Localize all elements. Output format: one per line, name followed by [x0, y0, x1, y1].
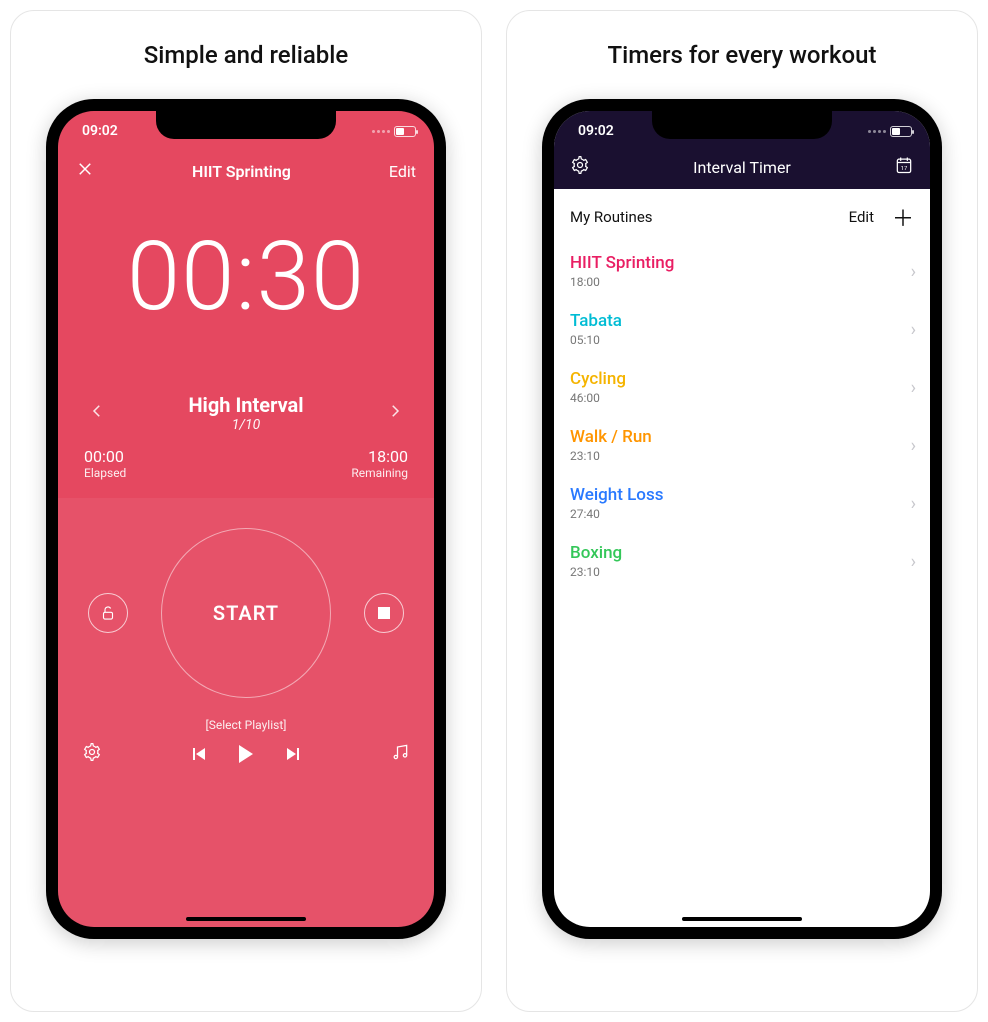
- signal-icon: [868, 130, 886, 133]
- edit-button[interactable]: Edit: [389, 162, 416, 181]
- start-label: START: [213, 601, 279, 625]
- music-icon[interactable]: [390, 742, 410, 766]
- interval-count: 1/10: [188, 417, 303, 433]
- routine-item[interactable]: Walk / Run 23:10›: [554, 417, 930, 475]
- next-interval-button[interactable]: [382, 395, 408, 431]
- routine-item[interactable]: Boxing 23:10›: [554, 533, 930, 591]
- settings-icon[interactable]: [570, 155, 590, 179]
- routines-list: HIIT Sprinting18:00›Tabata05:10›Cycling4…: [554, 243, 930, 927]
- nav-title: HIIT Sprinting: [192, 162, 291, 181]
- phone-right: 09:02 Interval Timer 17: [542, 99, 942, 939]
- lock-button[interactable]: [88, 593, 128, 633]
- start-button[interactable]: START: [161, 528, 331, 698]
- countdown-time: 00:30: [58, 221, 434, 333]
- panel-right: Timers for every workout 09:02: [506, 10, 978, 1012]
- panel-left: Simple and reliable 09:02 HIIT Sprinting…: [10, 10, 482, 1012]
- list-screen: 09:02 Interval Timer 17: [554, 111, 930, 927]
- routine-name: Cycling: [570, 369, 914, 389]
- notch: [652, 111, 832, 139]
- caption-left: Simple and reliable: [144, 41, 349, 69]
- notch: [156, 111, 336, 139]
- phone-left: 09:02 HIIT Sprinting Edit 00:30: [46, 99, 446, 939]
- caption-right: Timers for every workout: [608, 41, 877, 69]
- chevron-right-icon: ›: [911, 320, 916, 341]
- play-icon: [239, 745, 253, 763]
- routine-duration: 05:10: [570, 333, 914, 347]
- chevron-right-icon: ›: [911, 436, 916, 457]
- timer-screen: 09:02 HIIT Sprinting Edit 00:30: [58, 111, 434, 927]
- stop-icon: [378, 607, 390, 619]
- routine-name: HIIT Sprinting: [570, 253, 914, 273]
- status-right: [372, 126, 416, 137]
- routine-name: Weight Loss: [570, 485, 914, 505]
- prev-track-button[interactable]: [193, 748, 205, 760]
- routine-duration: 23:10: [570, 565, 914, 579]
- home-indicator: [186, 917, 306, 921]
- routine-duration: 18:00: [570, 275, 914, 289]
- routine-name: Boxing: [570, 543, 914, 563]
- list-header: My Routines Edit ＋: [554, 189, 930, 243]
- routine-item[interactable]: HIIT Sprinting 18:00›: [554, 243, 930, 301]
- stop-button[interactable]: [364, 593, 404, 633]
- chevron-right-icon: ›: [911, 378, 916, 399]
- home-indicator: [682, 917, 802, 921]
- nav-title: Interval Timer: [693, 158, 791, 177]
- play-button[interactable]: [239, 745, 253, 763]
- status-time: 09:02: [82, 123, 118, 139]
- routine-item[interactable]: Weight Loss 27:40›: [554, 475, 930, 533]
- times-row: 00:00 Elapsed 18:00 Remaining: [58, 433, 434, 498]
- routine-name: Tabata: [570, 311, 914, 331]
- chevron-right-icon: ›: [911, 494, 916, 515]
- routine-item[interactable]: Cycling 46:00›: [554, 359, 930, 417]
- lower-panel: START [Select Playlist]: [58, 498, 434, 927]
- section-title: My Routines: [570, 208, 653, 226]
- svg-text:17: 17: [901, 166, 908, 172]
- close-icon[interactable]: [76, 160, 94, 182]
- routine-duration: 46:00: [570, 391, 914, 405]
- status-right: [868, 126, 912, 137]
- select-playlist-button[interactable]: [Select Playlist]: [58, 718, 434, 732]
- battery-icon: [890, 126, 912, 137]
- calendar-icon[interactable]: 17: [894, 155, 914, 179]
- routine-item[interactable]: Tabata 05:10›: [554, 301, 930, 359]
- prev-interval-button[interactable]: [84, 395, 110, 431]
- nav-bar: Interval Timer 17: [554, 151, 930, 189]
- interval-row: High Interval 1/10: [58, 393, 434, 433]
- settings-icon[interactable]: [82, 742, 102, 766]
- remaining-time: 18:00: [351, 447, 408, 466]
- interval-name: High Interval: [188, 393, 303, 417]
- battery-icon: [394, 126, 416, 137]
- chevron-right-icon: ›: [911, 552, 916, 573]
- add-button[interactable]: ＋: [892, 201, 914, 233]
- remaining-label: Remaining: [351, 466, 408, 480]
- edit-button[interactable]: Edit: [849, 208, 874, 226]
- signal-icon: [372, 130, 390, 133]
- status-time: 09:02: [578, 123, 614, 139]
- elapsed-time: 00:00: [84, 447, 126, 466]
- chevron-right-icon: ›: [911, 262, 916, 283]
- next-track-button[interactable]: [287, 748, 299, 760]
- nav-bar: HIIT Sprinting Edit: [58, 151, 434, 191]
- routine-duration: 27:40: [570, 507, 914, 521]
- elapsed-label: Elapsed: [84, 466, 126, 480]
- routine-name: Walk / Run: [570, 427, 914, 447]
- routine-duration: 23:10: [570, 449, 914, 463]
